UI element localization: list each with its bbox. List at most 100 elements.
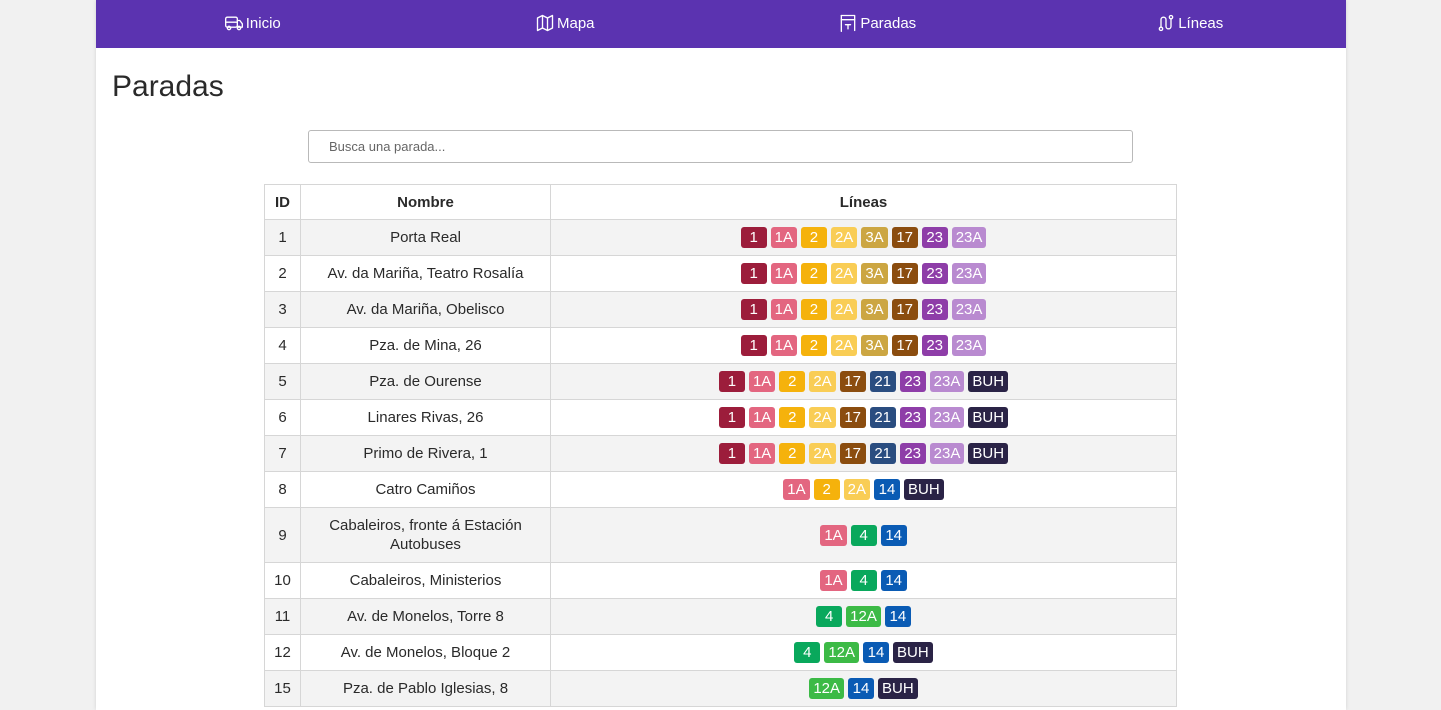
line-badge[interactable]: 23	[899, 407, 926, 428]
line-badge[interactable]: 23A	[929, 407, 965, 428]
line-badge[interactable]: 1	[718, 407, 745, 428]
line-badge[interactable]: 17	[891, 227, 918, 248]
line-badge[interactable]: 23	[921, 227, 948, 248]
line-badge[interactable]: 1	[740, 335, 767, 356]
line-badge[interactable]: 1	[718, 443, 745, 464]
stop-name: Primo de Rivera, 1	[300, 435, 551, 472]
line-badge[interactable]: 2A	[830, 335, 858, 356]
line-badge[interactable]: 17	[839, 443, 866, 464]
line-badge[interactable]: 14	[863, 642, 890, 663]
nav-item-paradas[interactable]: Paradas	[721, 0, 1034, 48]
line-badge[interactable]: 4	[850, 524, 877, 546]
line-badge[interactable]: 2	[813, 479, 840, 500]
table-row[interactable]: 8 Catro Camiños 1A 2 2A 14 BUH	[264, 471, 1177, 508]
line-badge[interactable]: 23A	[951, 227, 987, 248]
line-badge[interactable]: 2	[779, 443, 806, 464]
line-badge[interactable]: 17	[839, 407, 866, 428]
line-badge[interactable]: 23	[921, 263, 948, 284]
line-badge[interactable]: 17	[891, 299, 918, 320]
nav-item-lineas[interactable]: Líneas	[1034, 0, 1347, 48]
search-input[interactable]	[308, 130, 1133, 163]
line-badge[interactable]: 1	[740, 227, 767, 248]
line-badge[interactable]: 21	[869, 443, 896, 464]
line-badge[interactable]: 23A	[929, 443, 965, 464]
line-badge[interactable]: 14	[880, 570, 907, 591]
line-badge[interactable]: 23A	[951, 335, 987, 356]
line-badge[interactable]: 2A	[809, 443, 836, 464]
line-badge[interactable]: 12A	[824, 642, 860, 663]
line-badge[interactable]: 4	[816, 606, 843, 627]
line-badge[interactable]: 2A	[809, 407, 836, 428]
line-badge[interactable]: 14	[880, 524, 907, 546]
table-row[interactable]: 4 Pza. de Mina, 26 1 1A 2 2A 3A 17 23 23A	[264, 327, 1177, 364]
line-badge[interactable]: 1A	[748, 407, 776, 428]
line-badge[interactable]: 2	[800, 299, 827, 320]
line-badge[interactable]: 2	[800, 263, 827, 284]
table-row[interactable]: 11 Av. de Monelos, Torre 8 4 12A 14	[264, 598, 1177, 635]
line-badge[interactable]: 23	[899, 371, 926, 392]
line-badge[interactable]: 2	[800, 335, 827, 356]
table-row[interactable]: 5 Pza. de Ourense 1 1A 2 2A 17 21 23 23A BUH	[264, 363, 1177, 400]
line-badge[interactable]: 23	[921, 299, 948, 320]
line-badge[interactable]: 3A	[861, 299, 888, 320]
line-badge[interactable]: 17	[891, 263, 918, 284]
line-badge[interactable]: 4	[850, 570, 877, 591]
line-badge[interactable]: 14	[848, 678, 875, 699]
table-row[interactable]: 10 Cabaleiros, Ministerios 1A 4 14	[264, 562, 1177, 599]
line-badge[interactable]: 21	[869, 407, 896, 428]
table-row[interactable]: 3 Av. da Mariña, Obelisco 1 1A 2 2A 3A 17 23 23A	[264, 291, 1177, 328]
table-row[interactable]: 6 Linares Rivas, 26 1 1A 2 2A 17 21 23 23A BUH	[264, 399, 1177, 436]
table-row[interactable]: 12 Av. de Monelos, Bloque 2 4 12A 14 BUH	[264, 634, 1177, 671]
line-badge[interactable]: 1A	[770, 335, 797, 356]
line-badge[interactable]: 2	[800, 227, 827, 248]
line-badge[interactable]: 1	[740, 299, 767, 320]
line-badge[interactable]: 2	[779, 407, 806, 428]
line-badge[interactable]: 1	[740, 263, 767, 284]
line-badge[interactable]: BUH	[968, 407, 1009, 428]
line-badge[interactable]: 1	[718, 371, 745, 392]
line-badge[interactable]: 3A	[861, 227, 888, 248]
line-badge[interactable]: 2A	[830, 299, 858, 320]
line-badge[interactable]: 21	[869, 371, 896, 392]
table-row[interactable]: 15 Pza. de Pablo Iglesias, 8 12A 14 BUH	[264, 670, 1177, 707]
line-badge[interactable]: 2A	[830, 227, 858, 248]
line-badge[interactable]: 3A	[861, 335, 888, 356]
table-row[interactable]: 9 Cabaleiros, fronte á Estación Autobuses…	[264, 507, 1177, 563]
line-badge[interactable]: 14	[884, 606, 911, 627]
line-badge[interactable]: 1A	[770, 227, 797, 248]
table-row[interactable]: 2 Av. da Mariña, Teatro Rosalía 1 1A 2 2A 3A 17…	[264, 255, 1177, 292]
line-badge[interactable]: BUH	[904, 479, 944, 500]
line-badge[interactable]: BUH	[878, 678, 918, 699]
line-badge[interactable]: 2A	[809, 371, 836, 392]
line-badge[interactable]: 23A	[951, 299, 987, 320]
line-badge[interactable]: 23	[899, 443, 926, 464]
line-badge[interactable]: 3A	[861, 263, 888, 284]
line-badge[interactable]: 2A	[830, 263, 858, 284]
line-badge[interactable]: 1A	[783, 479, 810, 500]
nav-item-inicio[interactable]: Inicio	[96, 0, 409, 48]
stop-name: Linares Rivas, 26	[300, 399, 551, 436]
table-row[interactable]: 7 Primo de Rivera, 1 1 1A 2 2A 17 21 23 23A BUH	[264, 435, 1177, 472]
line-badge[interactable]: 4	[794, 642, 821, 663]
line-badge[interactable]: 1A	[770, 263, 797, 284]
line-badge[interactable]: 1A	[748, 443, 776, 464]
line-badge[interactable]: 17	[891, 335, 918, 356]
line-badge[interactable]: 17	[839, 371, 866, 392]
line-badge[interactable]: 12A	[809, 678, 845, 699]
line-badge[interactable]: 1A	[748, 371, 776, 392]
line-badge[interactable]: BUH	[968, 371, 1009, 392]
line-badge[interactable]: 2	[779, 371, 806, 392]
line-badge[interactable]: 23A	[951, 263, 987, 284]
line-badge[interactable]: 1A	[770, 299, 797, 320]
line-badge[interactable]: 23A	[929, 371, 965, 392]
nav-item-mapa[interactable]: Mapa	[409, 0, 722, 48]
line-badge[interactable]: BUH	[893, 642, 933, 663]
line-badge[interactable]: 12A	[846, 606, 881, 627]
line-badge[interactable]: 23	[921, 335, 948, 356]
table-row[interactable]: 1 Porta Real 1 1A 2 2A 3A 17 23 23A	[264, 219, 1177, 256]
line-badge[interactable]: 1A	[820, 524, 847, 546]
line-badge[interactable]: BUH	[968, 443, 1009, 464]
line-badge[interactable]: 2A	[843, 479, 871, 500]
line-badge[interactable]: 14	[874, 479, 901, 500]
line-badge[interactable]: 1A	[820, 570, 847, 591]
